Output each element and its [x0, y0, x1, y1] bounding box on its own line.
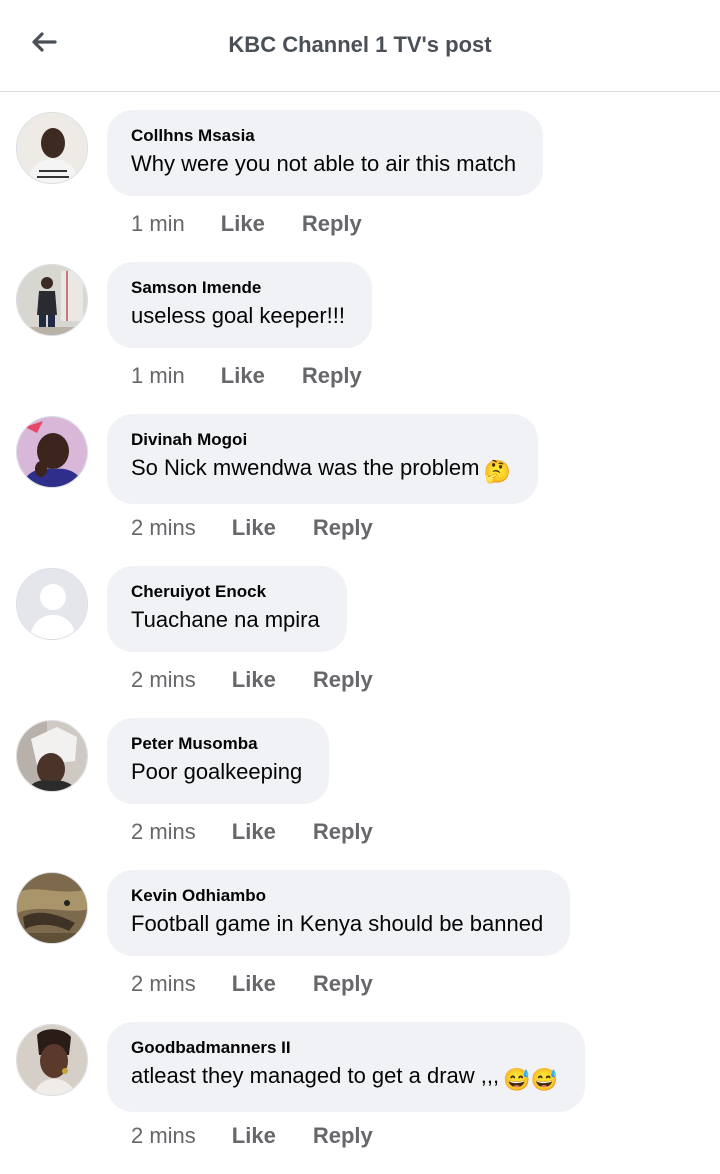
like-button[interactable]: Like — [232, 818, 276, 846]
comment-timestamp[interactable]: 1 min — [131, 210, 185, 238]
avatar[interactable] — [16, 872, 88, 944]
like-button[interactable]: Like — [232, 514, 276, 542]
like-button[interactable]: Like — [232, 666, 276, 694]
comment-bubble: Samson Imende useless goal keeper!!! — [107, 262, 373, 348]
comment-text: So Nick mwendwa was the problem 🤔 — [131, 453, 511, 487]
avatar[interactable] — [16, 264, 88, 336]
comment-actions: 2 mins Like Reply — [131, 1122, 373, 1150]
comment-bubble: Kevin Odhiambo Football game in Kenya sh… — [107, 870, 571, 956]
comment-timestamp[interactable]: 2 mins — [131, 666, 196, 694]
thinking-face-icon: 🤔 — [483, 459, 511, 484]
comment-text: Why were you not able to air this match — [131, 151, 517, 176]
comment-timestamp[interactable]: 2 mins — [131, 818, 196, 846]
avatar[interactable] — [16, 112, 88, 184]
comment-timestamp[interactable]: 1 min — [131, 362, 185, 390]
reply-button[interactable]: Reply — [313, 514, 373, 542]
comment-author[interactable]: Kevin Odhiambo — [131, 885, 543, 907]
comment-bubble: Collhns Msasia Why were you not able to … — [107, 110, 544, 196]
comment-timestamp[interactable]: 2 mins — [131, 514, 196, 542]
comment-author[interactable]: Goodbadmanners II — [131, 1037, 558, 1059]
comment-list: Collhns Msasia Why were you not able to … — [0, 110, 720, 1174]
comment: Collhns Msasia Why were you not able to … — [0, 110, 720, 262]
comment-actions: 2 mins Like Reply — [131, 514, 373, 542]
comment-bubble: Peter Musomba Poor goalkeeping — [107, 718, 330, 804]
comment-text: useless goal keeper!!! — [131, 303, 346, 328]
comment-timestamp[interactable]: 2 mins — [131, 1122, 196, 1150]
avatar[interactable] — [16, 1024, 88, 1096]
like-button[interactable]: Like — [232, 1122, 276, 1150]
comment-author[interactable]: Divinah Mogoi — [131, 429, 511, 451]
reply-button[interactable]: Reply — [313, 818, 373, 846]
comment-actions: 2 mins Like Reply — [131, 818, 373, 846]
comment-actions: 2 mins Like Reply — [131, 666, 373, 694]
comment-author[interactable]: Peter Musomba — [131, 733, 302, 755]
comment-text-content: atleast they managed to get a draw ,,, — [131, 1063, 500, 1088]
comment: Peter Musomba Poor goalkeeping 2 mins Li… — [0, 718, 720, 870]
comment-text: Football game in Kenya should be banned — [131, 911, 544, 936]
comment-author[interactable]: Collhns Msasia — [131, 125, 516, 147]
comment: Divinah Mogoi So Nick mwendwa was the pr… — [0, 414, 720, 566]
page-title: KBC Channel 1 TV's post — [228, 32, 492, 57]
comment-author[interactable]: Samson Imende — [131, 277, 345, 299]
comment: Goodbadmanners II atleast they managed t… — [0, 1022, 720, 1174]
comment-author[interactable]: Cheruiyot Enock — [131, 581, 320, 603]
comment-actions: 2 mins Like Reply — [131, 970, 373, 998]
like-button[interactable]: Like — [221, 210, 265, 238]
like-button[interactable]: Like — [221, 362, 265, 390]
comment: Kevin Odhiambo Football game in Kenya sh… — [0, 870, 720, 1022]
comment-text-content: So Nick mwendwa was the problem — [131, 455, 480, 480]
comment-bubble: Divinah Mogoi So Nick mwendwa was the pr… — [107, 414, 538, 504]
grinning-sweat-face-icon: 😅😅 — [503, 1067, 558, 1092]
avatar[interactable] — [16, 416, 88, 488]
top-bar: KBC Channel 1 TV's post — [0, 0, 720, 92]
comment-actions: 1 min Like Reply — [131, 210, 362, 238]
reply-button[interactable]: Reply — [313, 1122, 373, 1150]
reply-button[interactable]: Reply — [313, 970, 373, 998]
comment-timestamp[interactable]: 2 mins — [131, 970, 196, 998]
comment-bubble: Goodbadmanners II atleast they managed t… — [107, 1022, 585, 1112]
reply-button[interactable]: Reply — [313, 666, 373, 694]
comment-actions: 1 min Like Reply — [131, 362, 362, 390]
comment-text: Poor goalkeeping — [131, 759, 303, 784]
reply-button[interactable]: Reply — [302, 362, 362, 390]
comment-text: Tuachane na mpira — [131, 607, 320, 632]
comment: Cheruiyot Enock Tuachane na mpira 2 mins… — [0, 566, 720, 718]
like-button[interactable]: Like — [232, 970, 276, 998]
comment-bubble: Cheruiyot Enock Tuachane na mpira — [107, 566, 347, 652]
comment-text: atleast they managed to get a draw ,,, 😅😅 — [131, 1061, 558, 1095]
avatar[interactable] — [16, 720, 88, 792]
comment: Samson Imende useless goal keeper!!! 1 m… — [0, 262, 720, 414]
avatar[interactable] — [16, 568, 88, 640]
reply-button[interactable]: Reply — [302, 210, 362, 238]
